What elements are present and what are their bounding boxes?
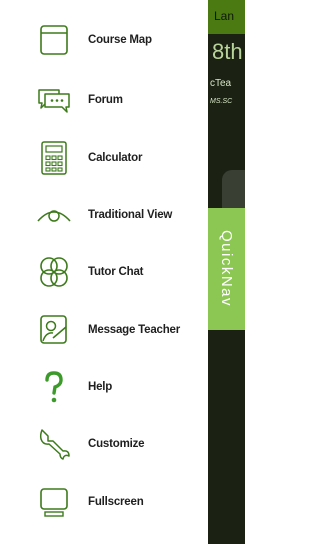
menu-item-customize[interactable]: Customize — [0, 424, 208, 464]
menu-item-label: Forum — [88, 94, 123, 106]
course-header-bar: Lan — [208, 0, 245, 34]
calculator-icon — [36, 140, 72, 176]
quicknav-label: QuickNav — [218, 230, 235, 308]
menu-item-traditional-view[interactable]: Traditional View — [0, 195, 208, 235]
help-icon — [36, 369, 72, 405]
tutor-chat-icon — [36, 254, 72, 290]
menu-item-tutor-chat[interactable]: Tutor Chat — [0, 252, 208, 292]
wrench-icon — [36, 426, 72, 462]
quicknav-tab[interactable]: QuickNav — [208, 208, 245, 330]
fullscreen-icon — [36, 484, 72, 520]
menu-item-label: Customize — [88, 438, 145, 450]
menu-item-label: Calculator — [88, 152, 143, 164]
course-map-icon — [36, 22, 72, 58]
menu-item-fullscreen[interactable]: Fullscreen — [0, 482, 208, 522]
menu-item-label: Message Teacher — [88, 324, 181, 336]
message-teacher-icon — [36, 312, 72, 348]
teacher-name: cTea — [210, 78, 232, 89]
menu-item-course-map[interactable]: Course Map — [0, 20, 208, 60]
class-label: MS.SC — [210, 98, 233, 105]
eye-icon — [36, 197, 72, 233]
course-title: 8th — [212, 39, 243, 64]
menu-item-forum[interactable]: Forum — [0, 80, 208, 120]
menu-item-calculator[interactable]: Calculator — [0, 138, 208, 178]
menu-item-label: Fullscreen — [88, 496, 144, 508]
menu-item-help[interactable]: Help — [0, 367, 208, 407]
course-header-text: Lan — [214, 9, 235, 23]
menu-item-label: Traditional View — [88, 209, 173, 221]
menu-item-message-teacher[interactable]: Message Teacher — [0, 310, 208, 350]
menu-item-label: Help — [88, 381, 113, 393]
menu-item-label: Tutor Chat — [88, 266, 144, 278]
side-menu: Course Map Forum Calculator Traditional … — [0, 0, 208, 544]
forum-icon — [36, 82, 72, 118]
menu-item-label: Course Map — [88, 34, 152, 46]
